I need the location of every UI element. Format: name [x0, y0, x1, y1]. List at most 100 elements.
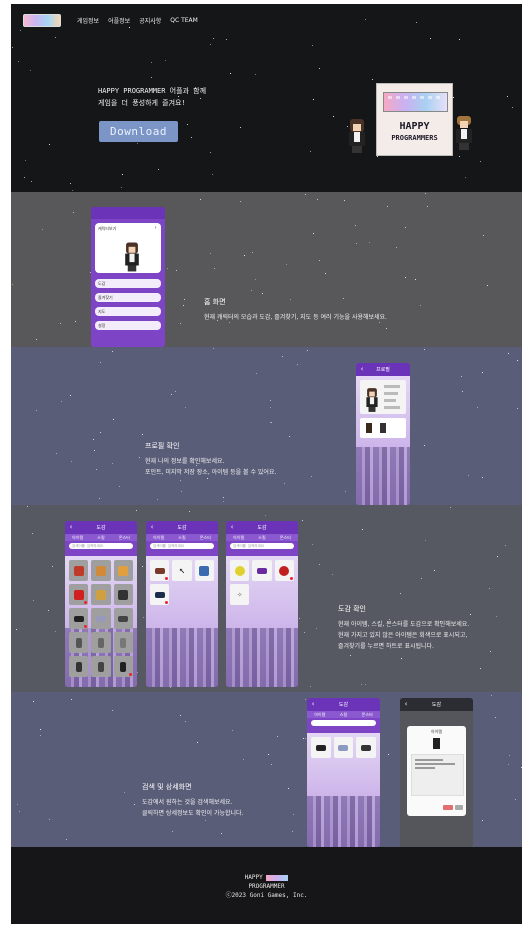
- item-cell[interactable]: [113, 632, 133, 653]
- star: [94, 449, 96, 451]
- dex-title: 도감 확인: [338, 605, 366, 613]
- dex-phone-screenshot-1: ‹ 도감 아이템 스킬 몬스터 검색어를 입력하세요: [65, 521, 137, 687]
- star: [312, 232, 314, 234]
- star: [319, 259, 321, 261]
- item-cell[interactable]: [113, 608, 133, 629]
- star: [490, 695, 492, 697]
- tab-items[interactable]: 아이템: [153, 535, 164, 541]
- star: [59, 323, 61, 325]
- item-cell[interactable]: [356, 737, 376, 758]
- star: [179, 715, 181, 717]
- favorite-button[interactable]: [443, 805, 453, 810]
- logo-keyboard-icon[interactable]: [23, 13, 61, 27]
- search-input[interactable]: 검색어를 입력하세요: [230, 543, 294, 549]
- nav-app-info[interactable]: 어플정보: [108, 16, 130, 25]
- download-button[interactable]: Download: [99, 121, 178, 142]
- nav-game-info[interactable]: 게임정보: [77, 16, 99, 25]
- dex-phone-header: ‹ 도감: [400, 698, 473, 711]
- star: [31, 533, 33, 535]
- home-section: 캐릭터보기 › 도감 즐겨찾기 지도 설정 홈 화면 현재 캐릭터의 모습과 도…: [11, 192, 522, 347]
- monster-cell[interactable]: ✧: [230, 584, 250, 605]
- back-arrow-icon[interactable]: ‹: [69, 523, 73, 531]
- tab-items[interactable]: 아이템: [314, 712, 325, 718]
- item-cell[interactable]: [311, 737, 331, 758]
- keyboard-icon: [118, 615, 129, 622]
- tab-monsters[interactable]: 몬스터: [119, 535, 130, 541]
- tab-skills[interactable]: 스킬: [178, 535, 185, 541]
- tab-skills[interactable]: 스킬: [340, 712, 347, 718]
- star: [459, 156, 461, 158]
- star: [386, 328, 388, 330]
- item-cell[interactable]: [69, 656, 89, 677]
- tab-skills[interactable]: 스킬: [258, 535, 265, 541]
- item-cell[interactable]: [91, 656, 111, 677]
- star: [225, 38, 227, 40]
- star: [16, 628, 18, 630]
- cup-icon: [97, 661, 104, 672]
- page: 게임정보 어플정보 공지사항 QC TEAM HAPPY PROGRAMMER …: [11, 4, 522, 924]
- skill-cell[interactable]: ↖: [172, 560, 192, 581]
- detail-popup: 아이템: [407, 726, 466, 816]
- star: [265, 514, 267, 516]
- logo-title: HAPPY: [399, 121, 430, 132]
- item-cell[interactable]: [69, 608, 89, 629]
- item-cell[interactable]: [91, 608, 111, 629]
- search-input[interactable]: [311, 720, 376, 726]
- skill-cell[interactable]: [194, 560, 214, 581]
- star: [239, 126, 241, 128]
- chevron-right-icon: ›: [153, 225, 157, 231]
- item-cell[interactable]: [333, 737, 354, 758]
- tab-monsters[interactable]: 몬스터: [200, 535, 211, 541]
- star: [242, 758, 244, 760]
- star: [93, 438, 95, 440]
- profile-title: 프로필 확인: [145, 442, 180, 450]
- nav-qc-team[interactable]: QC TEAM: [170, 17, 198, 24]
- nav-notice[interactable]: 공지사항: [139, 16, 161, 25]
- item-cell[interactable]: [113, 584, 133, 605]
- search-input[interactable]: 검색어를 입력하세요: [69, 543, 133, 549]
- tab-items[interactable]: 아이템: [72, 535, 83, 541]
- skill-cell[interactable]: [150, 560, 170, 581]
- back-arrow-icon[interactable]: ‹: [230, 523, 234, 531]
- star: [452, 97, 454, 99]
- star: [39, 735, 41, 737]
- back-arrow-icon[interactable]: ‹: [360, 365, 364, 373]
- monster-cell[interactable]: [252, 560, 272, 581]
- item-cell[interactable]: [69, 632, 89, 653]
- star: [269, 399, 271, 401]
- profile-items-card: [360, 418, 406, 438]
- menu-settings[interactable]: 설정: [95, 321, 161, 330]
- dex-phone-title: 도감: [177, 525, 187, 531]
- menu-favorites[interactable]: 즐겨찾기: [95, 293, 161, 302]
- skill-cell[interactable]: [150, 584, 170, 605]
- close-button[interactable]: [455, 805, 463, 810]
- item-cell[interactable]: [113, 656, 133, 677]
- item-cell[interactable]: [69, 560, 89, 581]
- tab-monsters[interactable]: 몬스터: [280, 535, 291, 541]
- monster-cell[interactable]: [274, 560, 294, 581]
- item-cell[interactable]: [91, 632, 111, 653]
- item-cell[interactable]: [91, 584, 111, 605]
- back-arrow-icon[interactable]: ‹: [404, 700, 408, 708]
- star: [496, 555, 498, 557]
- star: [179, 322, 181, 324]
- back-arrow-icon[interactable]: ‹: [150, 523, 154, 531]
- item-cell[interactable]: [69, 584, 89, 605]
- star: [151, 76, 153, 78]
- profile-phone-body: [356, 376, 410, 505]
- tab-monsters[interactable]: 몬스터: [362, 712, 373, 718]
- back-arrow-icon[interactable]: ‹: [311, 700, 315, 708]
- mouse-icon: [120, 637, 127, 648]
- menu-map[interactable]: 지도: [95, 307, 161, 316]
- monster-icon: [256, 567, 267, 574]
- menu-dex[interactable]: 도감: [95, 279, 161, 288]
- tab-skills[interactable]: 스킬: [97, 535, 104, 541]
- star: [48, 610, 50, 612]
- tab-items[interactable]: 아이템: [233, 535, 244, 541]
- star: [267, 754, 269, 756]
- search-input[interactable]: 검색어를 입력하세요: [150, 543, 214, 549]
- item-cell[interactable]: [91, 560, 111, 581]
- monster-cell[interactable]: [230, 560, 250, 581]
- profile-phone-title: 프로필: [376, 367, 390, 373]
- item-cell[interactable]: [113, 560, 133, 581]
